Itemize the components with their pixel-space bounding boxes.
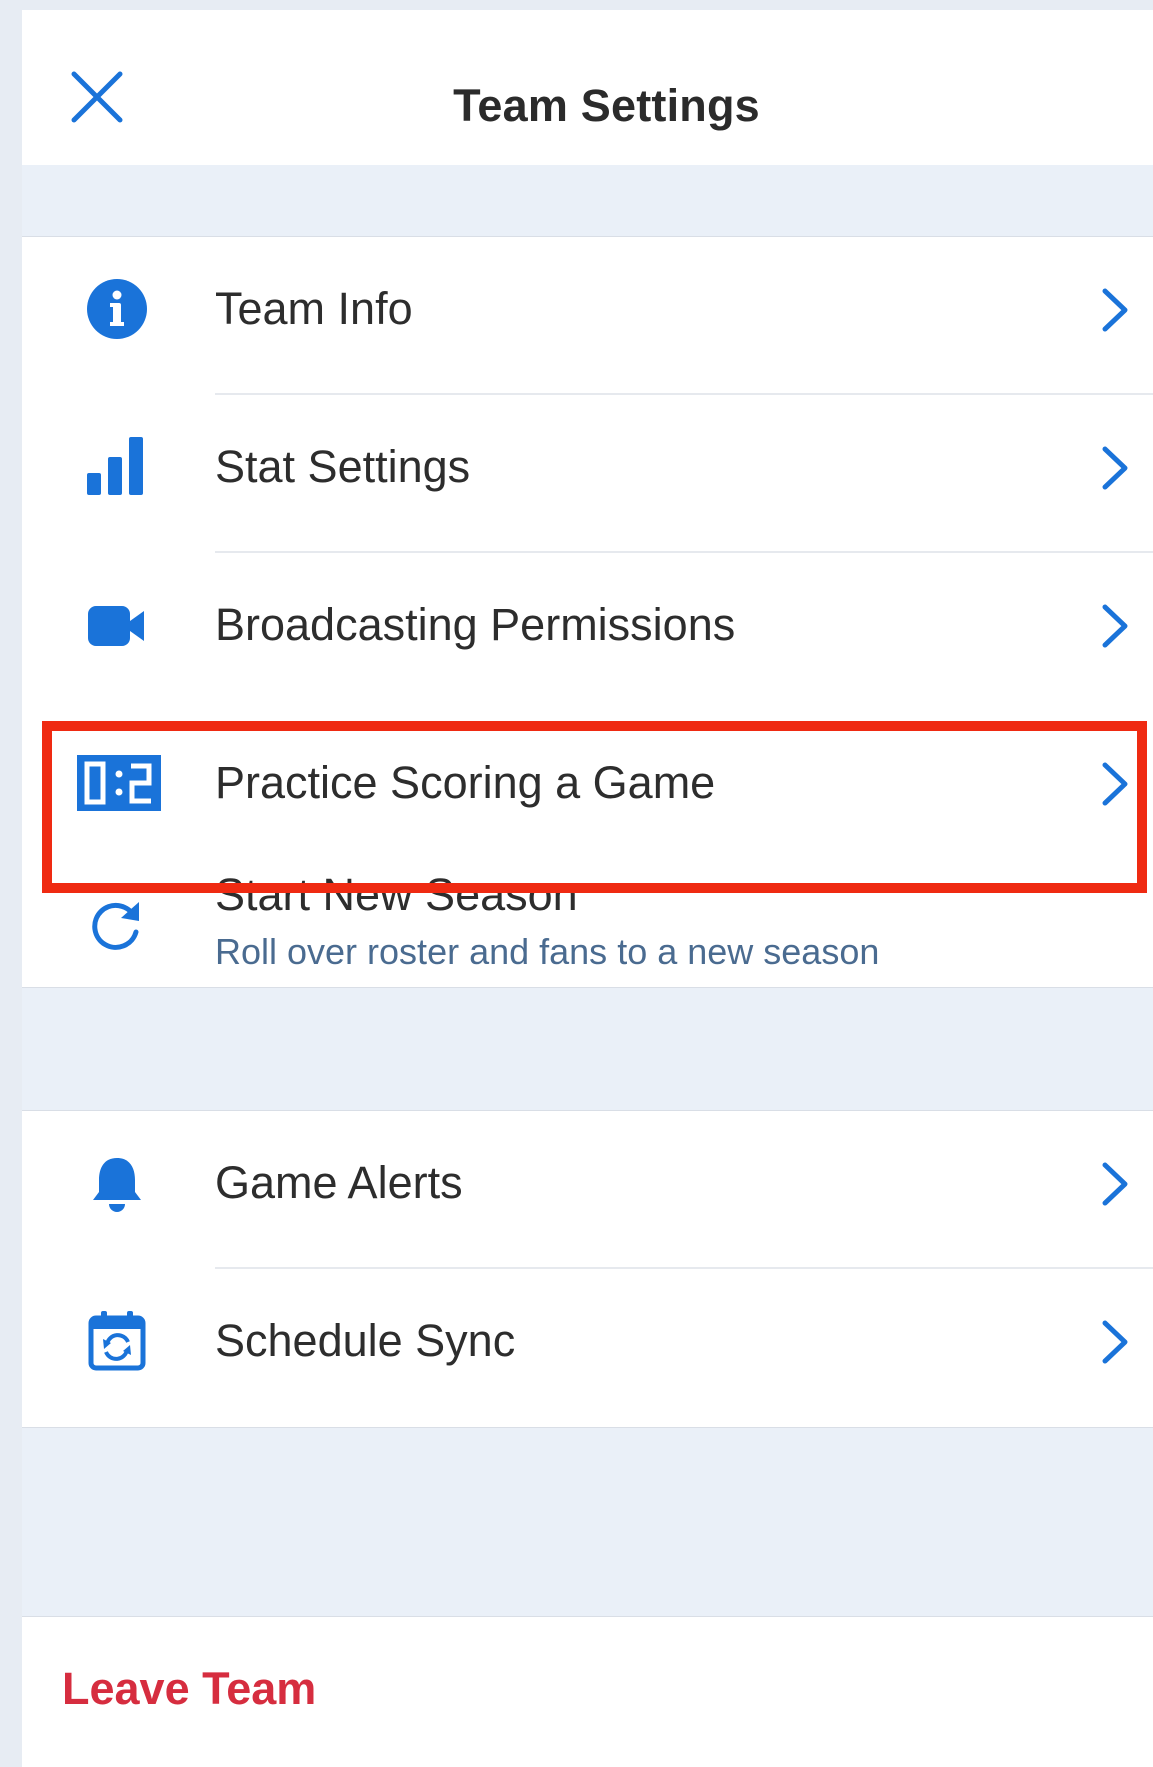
row-sublabel: Roll over roster and fans to a new seaso… xyxy=(215,931,880,972)
row-schedule-sync[interactable]: Schedule Sync xyxy=(22,1269,1153,1427)
chevron-right-icon xyxy=(1102,1162,1128,1206)
chevron-right-icon xyxy=(1102,762,1128,806)
row-broadcasting-permissions[interactable]: Broadcasting Permissions xyxy=(22,553,1153,711)
row-label: Schedule Sync xyxy=(215,1315,516,1366)
row-label: Stat Settings xyxy=(215,441,471,492)
row-team-info[interactable]: Team Info xyxy=(22,237,1153,395)
row-game-alerts[interactable]: Game Alerts xyxy=(22,1111,1153,1269)
row-label: Broadcasting Permissions xyxy=(215,599,736,650)
row-label: Start New Season xyxy=(215,869,578,920)
chevron-right-icon xyxy=(1102,1320,1128,1364)
bar-chart-icon xyxy=(72,421,162,511)
page-title: Team Settings xyxy=(453,80,760,131)
row-label: Game Alerts xyxy=(215,1157,463,1208)
calendar-sync-icon xyxy=(72,1295,162,1385)
info-icon xyxy=(72,264,162,354)
leave-team-button[interactable]: Leave Team xyxy=(62,1663,316,1715)
bell-icon xyxy=(72,1139,162,1229)
refresh-icon xyxy=(72,879,162,969)
scoreboard-icon xyxy=(74,738,164,828)
row-start-new-season[interactable]: Start New Season Roll over roster and fa… xyxy=(22,869,1153,987)
chevron-right-icon xyxy=(1102,288,1128,332)
row-stat-settings[interactable]: Stat Settings xyxy=(22,395,1153,553)
settings-group-main: Team Info Stat Settings Broadcasting Per… xyxy=(22,236,1153,988)
settings-group-notifications: Game Alerts Schedule Sync xyxy=(22,1110,1153,1428)
row-practice-scoring[interactable]: Practice Scoring a Game xyxy=(22,711,1153,869)
header: Team Settings xyxy=(22,10,1153,165)
page: Team Settings Team Info Stat Settings Br… xyxy=(0,0,1153,1767)
row-label: Practice Scoring a Game xyxy=(215,757,716,808)
chevron-right-icon xyxy=(1102,604,1128,648)
row-label: Team Info xyxy=(215,283,413,334)
video-camera-icon xyxy=(72,581,162,671)
settings-sheet: Team Settings Team Info Stat Settings Br… xyxy=(22,10,1153,1767)
chevron-right-icon xyxy=(1102,446,1128,490)
